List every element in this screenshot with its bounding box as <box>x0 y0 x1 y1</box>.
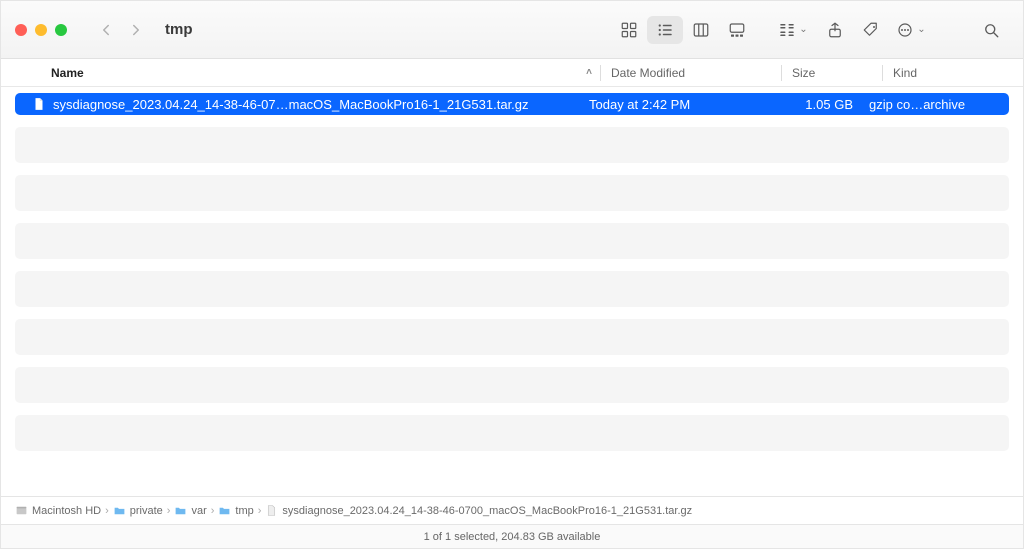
gallery-view-button[interactable] <box>719 16 755 44</box>
table-row <box>15 319 1009 355</box>
search-button[interactable] <box>973 16 1009 44</box>
file-list[interactable]: sysdiagnose_2023.04.24_14-38-46-07…macOS… <box>1 87 1023 496</box>
chevron-down-icon: ⌄ <box>799 24 807 35</box>
icon-view-button[interactable] <box>611 16 647 44</box>
path-crumb-file[interactable]: sysdiagnose_2023.04.24_14-38-46-0700_mac… <box>265 504 692 517</box>
table-row <box>15 271 1009 307</box>
list-view-button[interactable] <box>647 16 683 44</box>
path-crumb-private[interactable]: private <box>113 504 163 517</box>
zoom-button[interactable] <box>55 24 67 36</box>
minimize-button[interactable] <box>35 24 47 36</box>
tags-button[interactable] <box>853 16 889 44</box>
chevron-right-icon: › <box>105 505 109 517</box>
column-header-row: Name ˄ Date Modified Size Kind <box>1 59 1023 87</box>
table-row <box>15 415 1009 451</box>
file-size: 1.05 GB <box>769 97 869 112</box>
column-header-name-label: Name <box>51 66 84 80</box>
status-bar: 1 of 1 selected, 204.83 GB available <box>1 524 1023 548</box>
forward-button[interactable] <box>121 16 151 44</box>
chevron-right-icon: › <box>211 505 215 517</box>
share-button[interactable] <box>817 16 853 44</box>
table-row <box>15 223 1009 259</box>
chevron-right-icon: › <box>167 505 171 517</box>
view-switcher <box>611 16 755 44</box>
back-button[interactable] <box>91 16 121 44</box>
column-header-kind[interactable]: Kind <box>883 66 1023 80</box>
file-kind: gzip co…archive <box>869 97 1009 112</box>
close-button[interactable] <box>15 24 27 36</box>
path-bar: Macintosh HD › private › var › tmp › sys… <box>1 496 1023 524</box>
actions-button[interactable]: ⌄ <box>889 16 933 44</box>
window-title[interactable]: tmp <box>165 21 193 38</box>
column-header-name[interactable]: Name ˄ <box>51 66 600 80</box>
file-icon <box>31 96 47 112</box>
column-header-date[interactable]: Date Modified <box>601 66 781 80</box>
sort-ascending-icon: ˄ <box>586 67 592 78</box>
column-header-size[interactable]: Size <box>782 66 882 80</box>
column-view-button[interactable] <box>683 16 719 44</box>
file-date: Today at 2:42 PM <box>589 97 769 112</box>
path-crumb-root[interactable]: Macintosh HD <box>15 504 101 517</box>
chevron-right-icon: › <box>258 505 262 517</box>
table-row <box>15 175 1009 211</box>
group-by-button[interactable]: ⌄ <box>769 16 817 44</box>
status-text: 1 of 1 selected, 204.83 GB available <box>424 531 601 543</box>
path-crumb-tmp[interactable]: tmp <box>218 504 253 517</box>
chevron-down-icon: ⌄ <box>917 24 925 35</box>
finder-window: tmp ⌄ <box>0 0 1024 549</box>
window-controls <box>15 24 67 36</box>
toolbar: tmp ⌄ <box>1 1 1023 59</box>
file-row[interactable]: sysdiagnose_2023.04.24_14-38-46-07…macOS… <box>15 93 1009 115</box>
path-crumb-var[interactable]: var <box>174 504 206 517</box>
table-row <box>15 367 1009 403</box>
table-row <box>15 127 1009 163</box>
file-name: sysdiagnose_2023.04.24_14-38-46-07…macOS… <box>53 97 589 112</box>
